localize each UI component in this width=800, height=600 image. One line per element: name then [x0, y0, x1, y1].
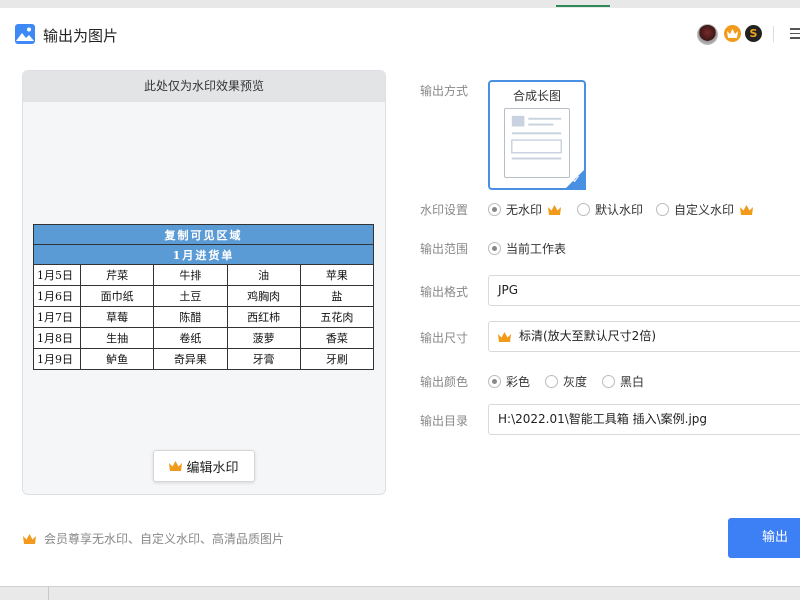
output-size-value: 标清(放大至默认尺寸2倍): [519, 329, 656, 343]
membership-note: 会员尊享无水印、自定义水印、高清品质图片: [23, 530, 284, 547]
radio-icon: [488, 375, 501, 388]
output-format-label: 输出格式: [420, 285, 469, 299]
long-image-mode-card[interactable]: 合成长图 ✓: [488, 80, 586, 190]
watermark-option-none[interactable]: 无水印: [488, 201, 562, 218]
image-icon: [15, 24, 35, 44]
radio-icon: [577, 203, 590, 216]
edit-watermark-button[interactable]: 编辑水印: [153, 450, 255, 482]
watermark-label: 水印设置: [420, 203, 469, 217]
output-size-label: 输出尺寸: [420, 331, 469, 345]
preview-header: 此处仅为水印效果预览: [23, 71, 385, 102]
background-tab-indicator: [556, 5, 610, 7]
table-row: 1月9日 鲈鱼 奇异果 牙膏 牙刷: [33, 348, 375, 370]
avatar[interactable]: [697, 24, 718, 45]
sheet-title: 1月进货单: [33, 244, 374, 265]
output-range-label: 输出范围: [420, 242, 469, 256]
table-row: 1月5日 芹菜 牛排 油 苹果: [33, 264, 375, 286]
long-image-document-icon: [504, 108, 570, 178]
export-image-dialog: 输出为图片 S 此处仅为水印效果预览 复制可见区域 1月进货单 1月5日 芹菜 …: [0, 8, 800, 586]
check-icon: ✓: [571, 173, 581, 186]
output-directory-label: 输出目录: [420, 414, 469, 428]
watermark-preview-panel: 此处仅为水印效果预览 复制可见区域 1月进货单 1月5日 芹菜 牛排 油 苹果 …: [22, 70, 386, 495]
preview-sheet-table: 复制可见区域 1月进货单 1月5日 芹菜 牛排 油 苹果 1月6日 面巾纸 土豆…: [33, 224, 375, 370]
watermark-option-default[interactable]: 默认水印: [577, 201, 643, 218]
radio-icon: [488, 203, 501, 216]
crown-icon: [498, 331, 511, 342]
table-row: 1月8日 生抽 卷纸 菠萝 香菜: [33, 327, 375, 349]
radio-icon: [545, 375, 558, 388]
color-option-color[interactable]: 彩色: [488, 373, 530, 390]
output-size-select[interactable]: 标清(放大至默认尺寸2倍): [488, 321, 800, 352]
crown-icon: [548, 204, 562, 215]
color-option-grayscale[interactable]: 灰度: [545, 373, 587, 390]
table-row: 1月7日 草莓 陈醋 西红柿 五花肉: [33, 306, 375, 328]
s-coin-icon[interactable]: S: [745, 25, 762, 42]
output-color-label: 输出颜色: [420, 375, 469, 389]
color-option-bw[interactable]: 黑白: [602, 373, 644, 390]
crown-icon: [740, 204, 754, 215]
radio-icon: [488, 242, 501, 255]
sheet-banner: 复制可见区域: [33, 224, 374, 245]
dialog-title: 输出为图片: [43, 27, 119, 45]
range-option-current-sheet[interactable]: 当前工作表: [488, 240, 566, 257]
table-row: 1月6日 面巾纸 土豆 鸡胸肉 盐: [33, 285, 375, 307]
radio-icon: [602, 375, 615, 388]
background-app-strip: [0, 0, 800, 8]
menu-icon[interactable]: [790, 28, 800, 39]
crown-icon: [169, 461, 183, 471]
output-mode-label: 输出方式: [420, 84, 469, 98]
edit-watermark-label: 编辑水印: [186, 460, 239, 476]
output-directory-field[interactable]: H:\2022.01\智能工具箱 插入\案例.jpg: [488, 404, 800, 435]
background-status-strip: [0, 586, 800, 600]
crown-icon: [23, 533, 36, 544]
vip-crown-icon[interactable]: [724, 25, 741, 42]
long-image-mode-label: 合成长图: [512, 89, 561, 103]
membership-note-text: 会员尊享无水印、自定义水印、高清品质图片: [44, 532, 285, 546]
export-button[interactable]: 输出: [728, 518, 800, 558]
radio-icon: [656, 203, 669, 216]
output-format-select[interactable]: JPG: [488, 275, 800, 306]
watermark-option-custom[interactable]: 自定义水印: [656, 201, 754, 218]
dialog-titlebar: 输出为图片 S: [0, 8, 800, 60]
